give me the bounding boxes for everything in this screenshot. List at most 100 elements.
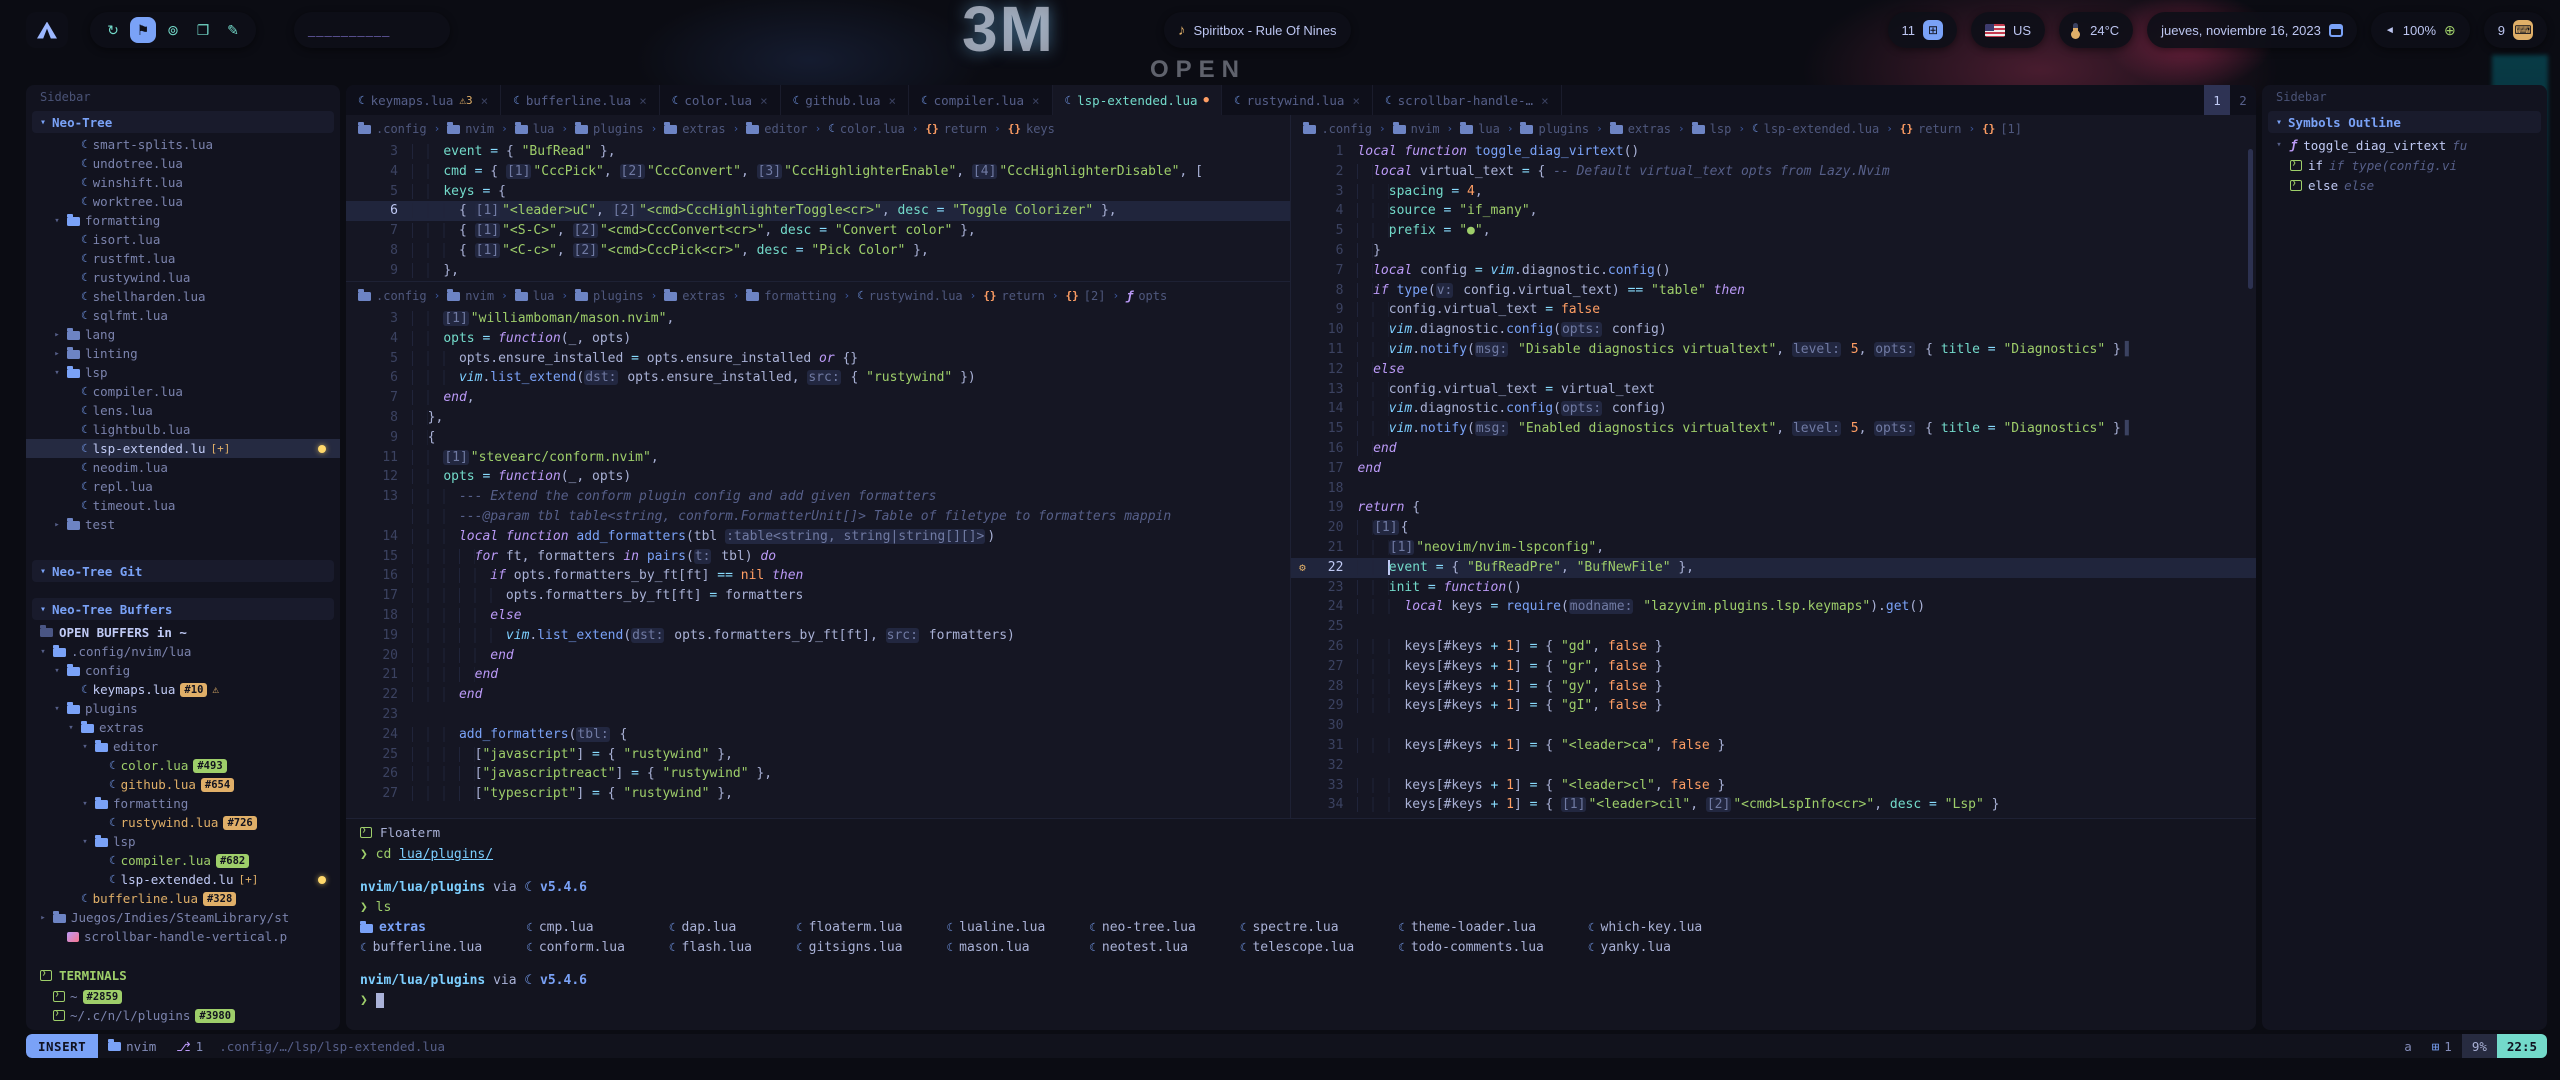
breadcrumb-item[interactable]: .config: [358, 289, 427, 303]
code-line[interactable]: 29 keys[#keys + 1] = { "gI", false }: [1291, 696, 2256, 716]
code-line[interactable]: 1local function toggle_diag_virtext(): [1291, 142, 2256, 162]
code-line[interactable]: 27 keys[#keys + 1] = { "gr", false }: [1291, 657, 2256, 677]
tab-color-lua[interactable]: ☾color.lua×: [660, 85, 781, 115]
breadcrumb-item[interactable]: ☾rustywind.lua: [857, 289, 963, 303]
tree-item[interactable]: ▾.config/nvim/lua: [26, 642, 340, 661]
code-line[interactable]: 11 [1]"stevearc/conform.nvim",: [346, 448, 1290, 468]
code-line[interactable]: 5 keys = {: [346, 182, 1290, 202]
tree-item[interactable]: ☾lens.lua: [26, 401, 340, 420]
code-line[interactable]: 3 [1]"williamboman/mason.nvim",: [346, 309, 1290, 329]
code-line[interactable]: 25 ["javascript"] = { "rustywind" },: [346, 745, 1290, 765]
tree-item[interactable]: ~/.c/n/l/plugins#3980: [26, 1006, 340, 1025]
code-line[interactable]: 26 keys[#keys + 1] = { "gd", false }: [1291, 637, 2256, 657]
breadcrumb-item[interactable]: ☾lsp-extended.lua: [1752, 122, 1879, 136]
tree-item[interactable]: ☾color.lua#493: [26, 756, 340, 775]
code-line[interactable]: 15 vim.notify(msg: "Enabled diagnostics …: [1291, 419, 2256, 439]
code-line[interactable]: 30: [1291, 716, 2256, 736]
code-line[interactable]: 2 local virtual_text = { -- Default virt…: [1291, 162, 2256, 182]
breadcrumb-item[interactable]: formatting: [746, 289, 836, 303]
tree-item[interactable]: ▸linting: [26, 344, 340, 363]
close-icon[interactable]: ×: [1541, 93, 1549, 108]
symbol-item[interactable]: ifif type(config.vi: [2262, 155, 2547, 175]
tree-item[interactable]: ☾rustywind.lua: [26, 268, 340, 287]
date-widget[interactable]: jueves, noviembre 16, 2023: [2147, 12, 2357, 48]
code-line[interactable]: 25: [1291, 617, 2256, 637]
tree-item[interactable]: ☾undotree.lua: [26, 154, 340, 173]
code-line[interactable]: 20 end: [346, 646, 1290, 666]
power-icon[interactable]: ↻: [100, 17, 126, 43]
breadcrumb-item[interactable]: lsp: [1692, 122, 1732, 136]
breadcrumb-item[interactable]: lua: [515, 122, 555, 136]
breadcrumb-item[interactable]: plugins: [575, 289, 644, 303]
launcher-button[interactable]: [26, 12, 68, 48]
code-line[interactable]: ---@param tbl table<string, conform.Form…: [346, 507, 1290, 527]
breadcrumb-item[interactable]: {}[2]: [1066, 289, 1106, 303]
tree-item[interactable]: ☾github.lua#654: [26, 775, 340, 794]
tree-item[interactable]: ▸Juegos/Indies/SteamLibrary/st: [26, 908, 340, 927]
code-line[interactable]: 28 keys[#keys + 1] = { "gy", false }: [1291, 677, 2256, 697]
tree-item[interactable]: ▸lang: [26, 325, 340, 344]
tree-item[interactable]: ▾extras: [26, 718, 340, 737]
tab-compiler-lua[interactable]: ☾compiler.lua×: [909, 85, 1052, 115]
code-line[interactable]: 16 if opts.formatters_by_ft[ft] == nil t…: [346, 566, 1290, 586]
weather-widget[interactable]: 24°C: [2059, 12, 2133, 48]
code-line[interactable]: 7 end,: [346, 388, 1290, 408]
tree-item[interactable]: ☾worktree.lua: [26, 192, 340, 211]
close-icon[interactable]: ×: [1032, 93, 1040, 108]
tree-item[interactable]: ▾formatting: [26, 211, 340, 230]
keyboard-layout-widget[interactable]: US: [1971, 12, 2045, 48]
code-line[interactable]: 16 end: [1291, 439, 2256, 459]
code-line[interactable]: 32: [1291, 756, 2256, 776]
tab-bufferline-lua[interactable]: ☾bufferline.lua×: [501, 85, 660, 115]
code-line[interactable]: 12 opts = function(_, opts): [346, 467, 1290, 487]
code-line[interactable]: 4 cmd = { [1]"CccPick", [2]"CccConvert",…: [346, 162, 1290, 182]
tree-item[interactable]: ▸test: [26, 515, 340, 534]
tab-indicator[interactable]: ⊞1: [2422, 1039, 2462, 1054]
tree-item[interactable]: ☾lsp-extended.lu[+]: [26, 439, 340, 458]
code-line[interactable]: 31 keys[#keys + 1] = { "<leader>ca", fal…: [1291, 736, 2256, 756]
symbols-section-header[interactable]: ▾ Symbols Outline: [2268, 111, 2541, 133]
tray-widget[interactable]: 9 ⌨: [2484, 12, 2547, 48]
code-line[interactable]: 9 },: [346, 261, 1290, 281]
code-line[interactable]: 8 { [1]"<C-c>", [2]"<cmd>CccPick<cr>", d…: [346, 241, 1290, 261]
code-line[interactable]: 6 vim.list_extend(dst: opts.ensure_insta…: [346, 368, 1290, 388]
code-line[interactable]: 24 add_formatters(tbl: {: [346, 725, 1290, 745]
code-line[interactable]: 20 [1]{: [1291, 518, 2256, 538]
code-line[interactable]: 11 vim.notify(msg: "Disable diagnostics …: [1291, 340, 2256, 360]
editor-pane-lsp-extended[interactable]: .config›nvim›lua›plugins›extras›lsp›☾lsp…: [1291, 115, 2256, 818]
media-widget[interactable]: ♪ Spiritbox - Rule Of Nines: [1164, 12, 1351, 48]
breadcrumb-item[interactable]: plugins: [575, 122, 644, 136]
breadcrumb-item[interactable]: lua: [1460, 122, 1500, 136]
code-line[interactable]: 14 local function add_formatters(tbl :ta…: [346, 527, 1290, 547]
breadcrumb-item[interactable]: {}keys: [1008, 122, 1055, 136]
tree-item[interactable]: ☾lsp-extended.lu[+]: [26, 870, 340, 889]
breadcrumb-item[interactable]: .config: [1303, 122, 1372, 136]
code-view[interactable]: 1local function toggle_diag_virtext()2 l…: [1291, 142, 2256, 815]
code-line[interactable]: 5 prefix = "●",: [1291, 221, 2256, 241]
cwd-indicator[interactable]: nvim: [98, 1039, 166, 1054]
code-line[interactable]: 27 ["typescript"] = { "rustywind" },: [346, 784, 1290, 804]
breadcrumb-item[interactable]: {}[1]: [1982, 122, 2022, 136]
code-line[interactable]: 17 opts.formatters_by_ft[ft] = formatter…: [346, 586, 1290, 606]
tree-item[interactable]: ☾compiler.lua#682: [26, 851, 340, 870]
code-line[interactable]: 22 end: [346, 685, 1290, 705]
code-line[interactable]: 23 init = function(): [1291, 578, 2256, 598]
window-count-widget[interactable]: 11 ⊞: [1888, 12, 1958, 48]
breadcrumb-item[interactable]: editor: [746, 122, 807, 136]
link-icon[interactable]: ⊚: [160, 17, 186, 43]
tree-item[interactable]: ☾isort.lua: [26, 230, 340, 249]
code-line[interactable]: 24 local keys = require(modname: "lazyvi…: [1291, 597, 2256, 617]
code-line[interactable]: 33 keys[#keys + 1] = { "<leader>cl", fal…: [1291, 776, 2256, 796]
breadcrumb-item[interactable]: ƒopts: [1126, 289, 1167, 303]
code-line[interactable]: 12 else: [1291, 360, 2256, 380]
code-line[interactable]: 14 vim.diagnostic.config(opts: config): [1291, 399, 2256, 419]
breadcrumb-item[interactable]: extras: [1610, 122, 1671, 136]
launcher-input[interactable]: __________: [294, 12, 450, 48]
volume-widget[interactable]: ◄ 100% ⊕: [2371, 12, 2470, 48]
tree-item[interactable]: ☾rustywind.lua#726: [26, 813, 340, 832]
breadcrumb-item[interactable]: {}return: [1900, 122, 1962, 136]
tree-item[interactable]: ☾winshift.lua: [26, 173, 340, 192]
breadcrumb-item[interactable]: nvim: [447, 122, 494, 136]
close-icon[interactable]: ×: [481, 93, 489, 108]
tree-item[interactable]: ▾config: [26, 661, 340, 680]
